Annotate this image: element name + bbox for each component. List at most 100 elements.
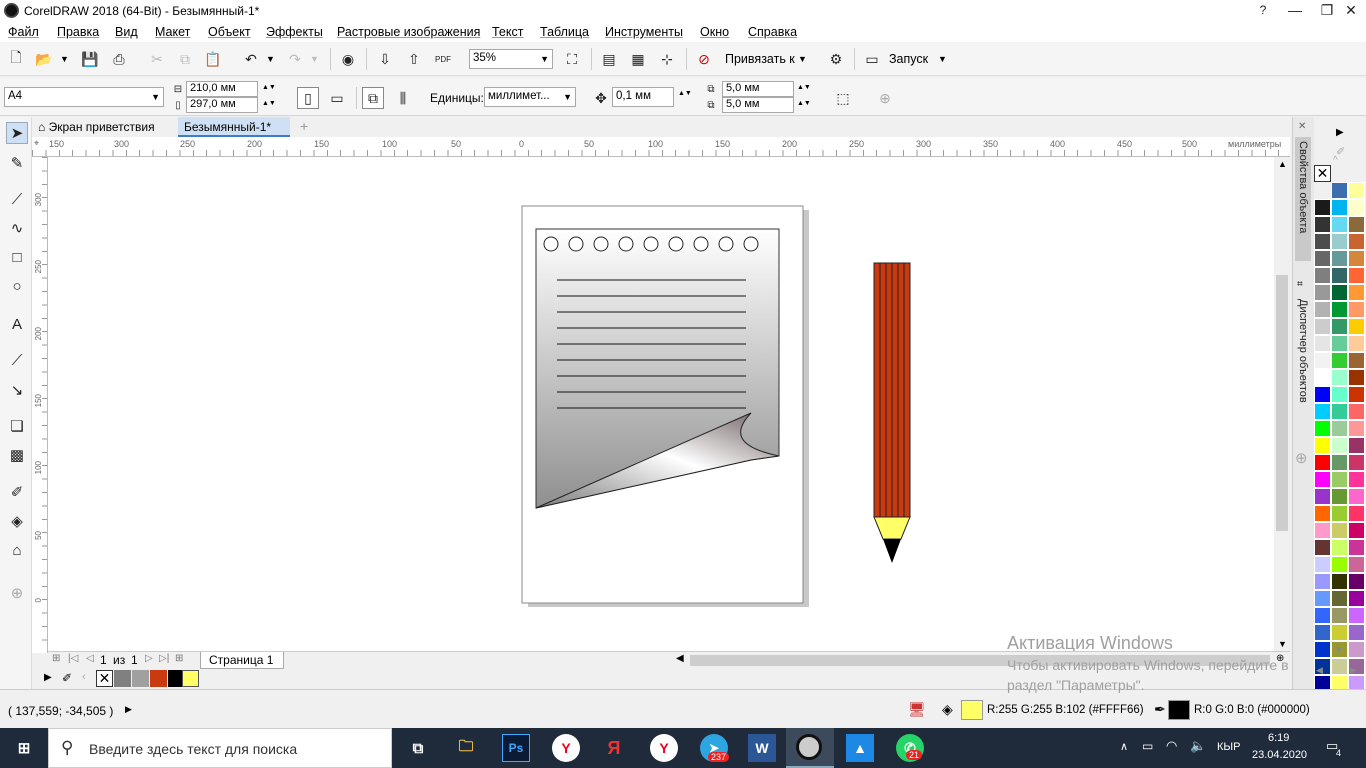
paste-icon[interactable]: 📋 bbox=[202, 48, 224, 70]
palette-swatch[interactable] bbox=[1348, 250, 1365, 267]
open-folder-icon[interactable]: 📂 bbox=[33, 48, 55, 70]
palette-swatch[interactable] bbox=[1348, 369, 1365, 386]
palette-swatch[interactable] bbox=[1348, 301, 1365, 318]
palette-swatch[interactable] bbox=[1314, 437, 1331, 454]
palette-swatch[interactable] bbox=[1331, 335, 1348, 352]
new-document-icon[interactable]: 🗋 bbox=[5, 48, 27, 70]
add-page-after-icon[interactable]: ⊞ bbox=[175, 653, 183, 664]
palette-swatch[interactable] bbox=[1331, 352, 1348, 369]
palette-swatch[interactable] bbox=[1314, 505, 1331, 522]
palette-swatch[interactable] bbox=[1314, 369, 1331, 386]
palette-swatch[interactable] bbox=[1348, 386, 1365, 403]
snap-off-icon[interactable]: ⊘ bbox=[693, 48, 715, 70]
import-icon[interactable]: ⇩ bbox=[374, 48, 396, 70]
palette-next-icon[interactable]: ▶ bbox=[1350, 665, 1357, 676]
scroll-palette-left-icon[interactable]: ‹ bbox=[82, 671, 86, 683]
tab-object-properties[interactable]: Свойства объекта bbox=[1295, 137, 1311, 261]
eyedropper-tool-icon[interactable]: ✐ bbox=[6, 481, 28, 503]
palette-scroll-up-icon[interactable]: ^ bbox=[1333, 155, 1338, 166]
launch-icon[interactable]: ▭ bbox=[861, 48, 883, 70]
battery-icon[interactable]: ▭ bbox=[1142, 739, 1153, 753]
tab-welcome[interactable]: ⌂ Экран приветствия bbox=[32, 117, 178, 137]
prev-page-icon[interactable]: ◁ bbox=[86, 653, 94, 664]
color-proof-icon[interactable]: 🖥 bbox=[908, 701, 926, 718]
zoom-level-field[interactable]: 35% ▼ bbox=[469, 49, 553, 69]
copy-icon[interactable]: ⧉ bbox=[174, 48, 196, 70]
palette-swatch[interactable] bbox=[1331, 556, 1348, 573]
palette-swatch[interactable] bbox=[1331, 182, 1348, 199]
palette-swatch[interactable] bbox=[1348, 624, 1365, 641]
duplicate-x-field[interactable]: 5,0 мм bbox=[722, 81, 794, 97]
show-guidelines-icon[interactable]: ⊹ bbox=[656, 48, 678, 70]
chevron-down-icon[interactable]: ▼ bbox=[60, 54, 69, 64]
palette-swatch[interactable] bbox=[1348, 403, 1365, 420]
page-height-field[interactable]: 297,0 мм bbox=[186, 97, 258, 113]
palette-swatch[interactable] bbox=[1348, 573, 1365, 590]
width-spinner-icon[interactable]: ▲▼ bbox=[262, 84, 276, 91]
full-screen-icon[interactable]: ⛶ bbox=[561, 48, 583, 70]
file-explorer-icon[interactable]: 🗀 bbox=[452, 734, 480, 762]
doc-swatch[interactable] bbox=[182, 670, 199, 687]
fill-color-swatch[interactable] bbox=[961, 700, 983, 720]
palette-swatch[interactable] bbox=[1348, 522, 1365, 539]
palette-swatch[interactable] bbox=[1314, 250, 1331, 267]
scroll-thumb[interactable] bbox=[1276, 275, 1288, 531]
add-page-before-icon[interactable]: ⊞ bbox=[52, 653, 60, 664]
menu-help[interactable]: Справка bbox=[748, 25, 797, 39]
yandex-browser-2-icon[interactable]: Y bbox=[650, 734, 678, 762]
doc-swatch[interactable] bbox=[132, 670, 149, 687]
palette-swatch[interactable] bbox=[1331, 284, 1348, 301]
palette-swatch[interactable] bbox=[1314, 301, 1331, 318]
drop-shadow-tool-icon[interactable]: ❏ bbox=[6, 415, 28, 437]
menu-bitmaps[interactable]: Растровые изображения bbox=[337, 25, 480, 39]
height-spinner-icon[interactable]: ▲▼ bbox=[262, 100, 276, 107]
palette-swatch[interactable] bbox=[1331, 573, 1348, 590]
tab-page-1[interactable]: Страница 1 bbox=[200, 652, 284, 669]
palette-swatch[interactable] bbox=[1314, 199, 1331, 216]
menu-window[interactable]: Окно bbox=[700, 25, 729, 39]
page-width-field[interactable]: 210,0 мм bbox=[186, 81, 258, 97]
freehand-tool-icon[interactable]: ∿ bbox=[6, 217, 28, 239]
page-size-select[interactable]: A4 ▼ bbox=[4, 87, 164, 107]
palette-swatch[interactable] bbox=[1331, 437, 1348, 454]
scroll-down-icon[interactable]: ▼ bbox=[1278, 639, 1287, 649]
clock-date[interactable]: 23.04.2020 bbox=[1252, 749, 1307, 761]
outline-color-swatch[interactable] bbox=[1168, 700, 1190, 720]
palette-swatch[interactable] bbox=[1331, 471, 1348, 488]
shape-tool-icon[interactable]: ✎ bbox=[6, 152, 28, 174]
palette-swatch[interactable] bbox=[1348, 267, 1365, 284]
snap-to-label[interactable]: Привязать к bbox=[725, 52, 795, 66]
doc-swatch[interactable] bbox=[150, 670, 167, 687]
portrait-icon[interactable]: ▯ bbox=[297, 87, 319, 109]
palette-swatch[interactable] bbox=[1314, 454, 1331, 471]
next-page-icon[interactable]: ▷ bbox=[145, 653, 153, 664]
all-pages-icon[interactable]: ⧉ bbox=[362, 87, 384, 109]
text-tool-icon[interactable]: A bbox=[6, 313, 28, 335]
transparency-tool-icon[interactable]: ▩ bbox=[6, 444, 28, 466]
palette-swatch[interactable] bbox=[1331, 522, 1348, 539]
export-icon[interactable]: ⇧ bbox=[403, 48, 425, 70]
palette-swatch[interactable] bbox=[1331, 658, 1348, 675]
undo-icon[interactable]: ↶ bbox=[240, 48, 262, 70]
zoom-dropdown-icon[interactable]: ▼ bbox=[540, 54, 549, 64]
palette-swatch[interactable] bbox=[1348, 182, 1365, 199]
palette-swatch[interactable] bbox=[1348, 437, 1365, 454]
interactive-fill-icon[interactable]: ◈ bbox=[6, 510, 28, 532]
palette-prev-icon[interactable]: ◀ bbox=[1316, 665, 1323, 676]
palette-swatch[interactable] bbox=[1348, 318, 1365, 335]
pick-tool-icon[interactable]: ➤ bbox=[6, 122, 28, 144]
current-page-icon[interactable]: ⫼ bbox=[392, 87, 414, 109]
dup-x-spinner-icon[interactable]: ▲▼ bbox=[797, 84, 811, 91]
palette-swatch[interactable] bbox=[1314, 539, 1331, 556]
wifi-icon[interactable]: ◠ bbox=[1166, 738, 1177, 754]
nudge-distance-field[interactable]: 0,1 мм bbox=[612, 87, 674, 107]
palette-swatch[interactable] bbox=[1331, 301, 1348, 318]
gear-icon[interactable]: ⚙ bbox=[825, 48, 847, 70]
snap-dropdown-icon[interactable]: ▼ bbox=[798, 54, 807, 64]
palette-swatch[interactable] bbox=[1314, 318, 1331, 335]
palette-swatch[interactable] bbox=[1348, 556, 1365, 573]
yandex-browser-icon[interactable]: Y bbox=[552, 734, 580, 762]
palette-swatch[interactable] bbox=[1348, 641, 1365, 658]
windows-start-icon[interactable]: ⊞ bbox=[10, 734, 38, 762]
menu-layout[interactable]: Макет bbox=[155, 25, 190, 39]
